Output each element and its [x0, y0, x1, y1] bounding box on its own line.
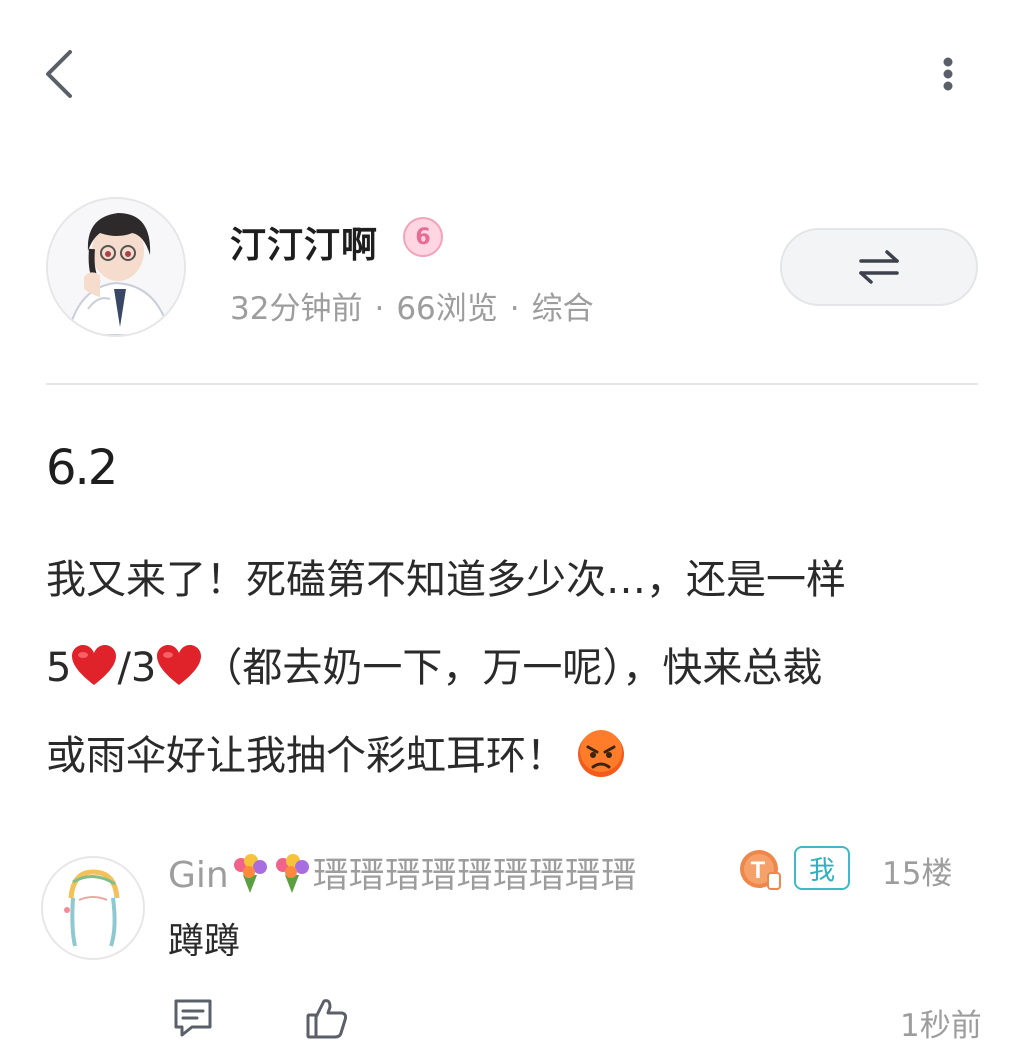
- post-text: 或雨伞好让我抽个彩虹耳环！: [46, 733, 566, 779]
- bouquet-emoji-icon: [271, 853, 313, 902]
- level-badge: 6: [403, 217, 443, 257]
- angry-emoji-icon: [576, 722, 626, 810]
- post-body: 我又来了！死磕第不知道多少次…，还是一样 5/3 （都去奶一下，万一呢），快来总裁…: [46, 536, 986, 800]
- commenter-avatar[interactable]: [41, 856, 145, 960]
- post-meta: 32分钟前 · 66浏览 · 综合: [230, 283, 594, 328]
- meta-separator: ·: [374, 291, 385, 327]
- more-button[interactable]: [930, 52, 966, 96]
- post-line-2: 5/3 （都去奶一下，万一呢），快来总裁: [46, 624, 986, 712]
- post-line-3: 或雨伞好让我抽个彩虹耳环！: [46, 712, 986, 800]
- like-button[interactable]: [304, 995, 350, 1041]
- divider: [46, 383, 978, 385]
- comment-text: 蹲蹲: [168, 921, 241, 962]
- switch-button[interactable]: [780, 228, 978, 306]
- level-t-icon: T: [740, 850, 781, 890]
- commenter-name[interactable]: Gin 瑨瑨瑨瑨瑨瑨瑨瑨瑨: [168, 846, 637, 902]
- commenter-name-suffix: 瑨瑨瑨瑨瑨瑨瑨瑨瑨: [312, 855, 637, 896]
- post-text: 5: [46, 645, 72, 691]
- commenter-level-badge: T: [738, 847, 782, 891]
- back-button[interactable]: [40, 48, 84, 100]
- post-text: /3: [117, 645, 157, 691]
- chevron-left-icon: [46, 50, 72, 98]
- view-count: 66浏览: [396, 291, 498, 327]
- post-category[interactable]: 综合: [532, 291, 594, 327]
- post-text: （都去奶一下，万一呢），快来总裁: [202, 645, 823, 691]
- post-title: 6.2: [46, 440, 118, 496]
- commenter-name-prefix: Gin: [168, 855, 229, 896]
- bouquet-emoji-icon: [229, 853, 271, 902]
- comment-icon: [174, 999, 212, 1037]
- vertical-dots-icon: [943, 57, 953, 91]
- avatar-illustration: [48, 199, 184, 335]
- thumbs-up-icon: [306, 999, 348, 1039]
- heart-emoji-icon: [71, 630, 117, 718]
- avatar-illustration: [43, 858, 143, 958]
- me-badge: 我: [794, 846, 850, 890]
- post-time: 32分钟前: [230, 291, 363, 327]
- meta-separator: ·: [509, 291, 520, 327]
- svg-text:T: T: [751, 857, 766, 884]
- comment-time: 1秒前: [900, 1008, 982, 1044]
- reply-button[interactable]: [170, 995, 216, 1041]
- heart-emoji-icon: [156, 630, 202, 718]
- post-line-1: 我又来了！死磕第不知道多少次…，还是一样: [46, 557, 846, 603]
- author-name[interactable]: 汀汀汀啊: [230, 216, 378, 268]
- author-avatar[interactable]: [46, 197, 186, 337]
- switch-arrows-icon: [859, 250, 899, 284]
- floor-number: 15楼: [882, 856, 953, 892]
